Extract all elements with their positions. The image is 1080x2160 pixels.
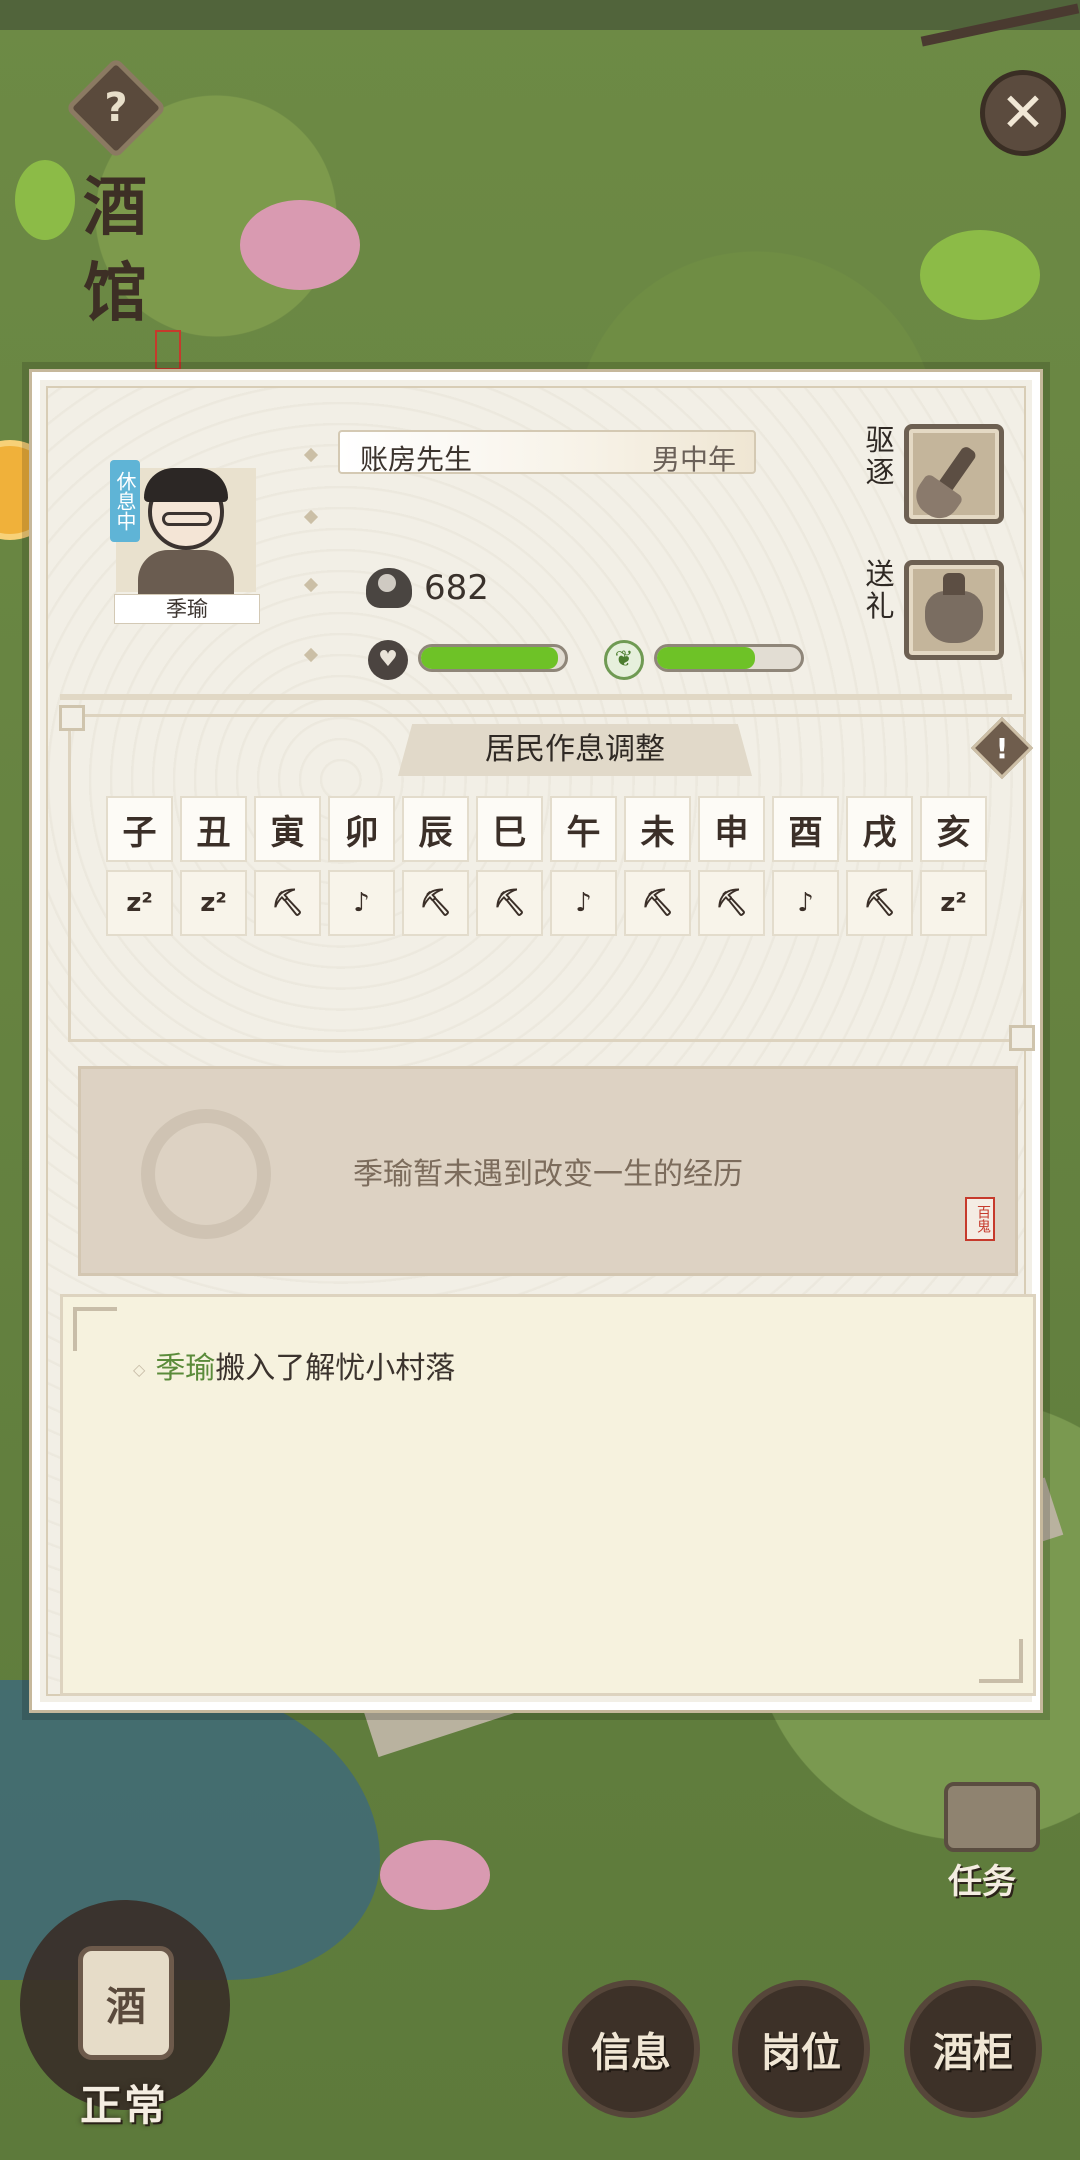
info-button[interactable]: 信息	[562, 1980, 700, 2118]
resident-name: 季瑜	[114, 594, 260, 624]
hour-cell: 酉	[772, 796, 839, 862]
activity-cell[interactable]: z²	[180, 870, 247, 936]
pickaxe-icon: ⛏	[418, 888, 452, 918]
energy-bar	[654, 644, 804, 672]
hour-cell: 巳	[476, 796, 543, 862]
leisure-icon: ♪	[353, 888, 370, 918]
exclamation-icon: !	[995, 732, 1009, 765]
log-entry-text: 搬入了解忧小村落	[215, 1351, 456, 1386]
pickaxe-icon: ⛏	[714, 888, 748, 918]
willow-tree	[15, 160, 75, 240]
corner-decoration	[73, 1307, 117, 1351]
event-log[interactable]: ◇ 季瑜搬入了解忧小村落	[60, 1294, 1036, 1696]
pickaxe-icon: ⛏	[492, 888, 526, 918]
life-story-banner: 季瑜暂未遇到改变一生的经历 百鬼	[78, 1066, 1018, 1276]
zzz-icon: z²	[940, 888, 967, 918]
bullet-dot	[303, 447, 319, 463]
leaf-icon: ❦	[604, 640, 644, 680]
hour-cell: 未	[624, 796, 691, 862]
gender-age-label: 男中年	[651, 443, 736, 476]
diamond-icon: ◇	[133, 1360, 146, 1379]
leisure-icon: ♪	[575, 888, 592, 918]
log-entry-name: 季瑜	[155, 1351, 216, 1386]
heart-icon: ♥	[368, 640, 408, 680]
gift-bag-icon	[925, 573, 983, 643]
hours-row: 子丑寅卯辰巳午未申酉戌亥	[106, 796, 987, 862]
bullet-dot	[303, 509, 319, 525]
leisure-icon: ♪	[797, 888, 814, 918]
status-badge: 休息中	[110, 460, 140, 542]
money-value: 682	[424, 568, 489, 608]
pickaxe-icon: ⛏	[862, 888, 896, 918]
task-scroll-icon[interactable]	[944, 1782, 1040, 1852]
hour-cell: 申	[698, 796, 765, 862]
activity-cell[interactable]: ⛏	[624, 870, 691, 936]
expel-button[interactable]	[904, 424, 1004, 524]
seal-stamp: 百鬼	[965, 1197, 995, 1241]
activity-cell[interactable]: ⛏	[698, 870, 765, 936]
wine-jar-icon: 酒	[78, 1946, 174, 2060]
cherry-tree	[380, 1840, 490, 1910]
hour-cell: 丑	[180, 796, 247, 862]
zzz-icon: z²	[200, 888, 227, 918]
bullet-dot	[303, 647, 319, 663]
activity-cell[interactable]: ⛏	[402, 870, 469, 936]
activity-cell[interactable]: ♪	[550, 870, 617, 936]
occupation-label: 账房先生	[360, 443, 473, 476]
corner-decoration	[979, 1639, 1023, 1683]
hour-cell: 戌	[846, 796, 913, 862]
hour-cell: 寅	[254, 796, 321, 862]
avatar-glasses	[162, 512, 212, 526]
task-label[interactable]: 任务	[948, 1854, 1016, 1903]
hour-cell: 亥	[920, 796, 987, 862]
question-icon: ?	[104, 85, 128, 131]
log-entry: ◇ 季瑜搬入了解忧小村落	[133, 1343, 455, 1387]
activity-cell[interactable]: z²	[106, 870, 173, 936]
activity-cell[interactable]: ♪	[772, 870, 839, 936]
gift-label: 送礼	[865, 557, 895, 623]
zzz-icon: z²	[126, 888, 153, 918]
hour-cell: 子	[106, 796, 173, 862]
schedule-title: 居民作息调整	[398, 724, 752, 776]
occupation-bar: 账房先生 男中年	[338, 430, 756, 476]
seal-stamp	[155, 330, 181, 370]
close-icon: ✕	[1000, 81, 1046, 144]
life-story-text: 季瑜暂未遇到改变一生的经历	[353, 1157, 743, 1192]
activity-cell[interactable]: ⛏	[254, 870, 321, 936]
activities-row: z² z² ⛏ ♪ ⛏ ⛏ ♪ ⛏ ⛏ ♪ ⛏ z²	[106, 870, 987, 936]
avatar-body	[138, 550, 234, 594]
energy-bar-fill	[657, 647, 755, 669]
pickaxe-icon: ⛏	[640, 888, 674, 918]
pickaxe-icon: ⛏	[270, 888, 304, 918]
hour-cell: 卯	[328, 796, 395, 862]
expel-label: 驱逐	[865, 423, 895, 489]
activity-cell[interactable]: z²	[920, 870, 987, 936]
gift-button[interactable]	[904, 560, 1004, 660]
avatar-hat	[144, 468, 228, 502]
cherry-tree	[240, 200, 360, 290]
panel-inner: 休息中 季瑜 账房先生 男中年 682 ♥ ❦ 驱逐 送礼 居民作息调整 ! 子…	[46, 386, 1036, 1696]
divider	[60, 694, 1012, 700]
post-button[interactable]: 岗位	[732, 1980, 870, 2118]
bullet-dot	[303, 577, 319, 593]
willow-tree	[920, 230, 1040, 320]
close-button[interactable]: ✕	[980, 70, 1066, 156]
cabinet-button[interactable]: 酒柜	[904, 1980, 1042, 2118]
mood-bar-fill	[421, 647, 558, 669]
hour-cell: 辰	[402, 796, 469, 862]
status-label: 正常	[80, 2081, 169, 2130]
activity-cell[interactable]: ⛏	[476, 870, 543, 936]
hour-cell: 午	[550, 796, 617, 862]
location-title: 酒馆	[83, 170, 147, 331]
activity-cell[interactable]: ♪	[328, 870, 395, 936]
map-edge	[0, 0, 1080, 30]
broom-icon	[930, 444, 978, 504]
mood-bar	[418, 644, 568, 672]
resident-panel: 休息中 季瑜 账房先生 男中年 682 ♥ ❦ 驱逐 送礼 居民作息调整 ! 子…	[29, 369, 1043, 1713]
money-bag-icon	[366, 568, 412, 608]
activity-cell[interactable]: ⛏	[846, 870, 913, 936]
